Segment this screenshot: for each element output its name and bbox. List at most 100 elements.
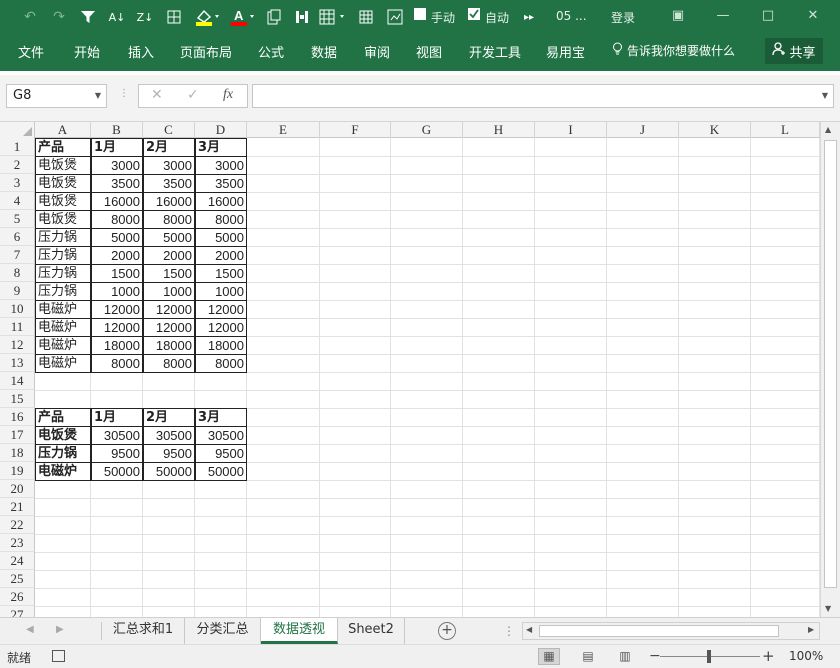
grid-icon[interactable]: [356, 6, 376, 28]
table-cell[interactable]: 压力锅: [35, 264, 91, 283]
row-header[interactable]: 25: [0, 570, 35, 588]
table-cell[interactable]: 3500: [91, 174, 143, 193]
table-cell[interactable]: 50000: [143, 462, 195, 481]
paste-special-icon[interactable]: [264, 6, 284, 28]
row-header[interactable]: 20: [0, 480, 35, 498]
tab-review[interactable]: 审阅: [364, 42, 390, 61]
zoom-level[interactable]: 100%: [789, 649, 823, 663]
tab-view[interactable]: 视图: [416, 42, 442, 61]
table-cell[interactable]: 9500: [91, 444, 143, 463]
column-header[interactable]: E: [247, 122, 320, 138]
row-header[interactable]: 17: [0, 426, 35, 444]
tell-me-box[interactable]: 告诉我你想要做什么: [612, 42, 735, 59]
table-cell[interactable]: 5000: [143, 228, 195, 247]
more-commands-icon[interactable]: ▸▸: [522, 6, 536, 28]
scroll-left-icon[interactable]: ◀: [526, 625, 532, 634]
table-cell[interactable]: 5000: [195, 228, 247, 247]
header-cell[interactable]: 2月: [143, 408, 195, 427]
splitter-icon[interactable]: ⋮: [503, 624, 515, 638]
sort-desc-icon[interactable]: Z↓: [134, 6, 156, 28]
add-sheet-button[interactable]: +: [438, 622, 456, 640]
table-cell[interactable]: 50000: [91, 462, 143, 481]
table-cell[interactable]: 16000: [195, 192, 247, 211]
row-header[interactable]: 9: [0, 282, 35, 300]
sheet-tab-sheet2[interactable]: Sheet2: [338, 618, 405, 644]
row-header[interactable]: 24: [0, 552, 35, 570]
table-cell[interactable]: 18000: [91, 336, 143, 355]
row-header[interactable]: 21: [0, 498, 35, 516]
table-cell[interactable]: 电磁炉: [35, 462, 91, 481]
header-cell[interactable]: 产品: [35, 138, 91, 157]
formula-input[interactable]: ▼: [252, 84, 834, 108]
sheet-tab-subtotal[interactable]: 分类汇总: [185, 618, 261, 644]
table-cell[interactable]: 压力锅: [35, 282, 91, 301]
table-cell[interactable]: 8000: [143, 354, 195, 373]
table-cell[interactable]: 18000: [195, 336, 247, 355]
manual-checkbox[interactable]: [414, 8, 426, 20]
close-icon[interactable]: ✕: [798, 6, 828, 26]
table-cell[interactable]: 3500: [195, 174, 247, 193]
table-cell[interactable]: 30500: [143, 426, 195, 445]
table-cell[interactable]: 电饭煲: [35, 192, 91, 211]
font-color-icon[interactable]: A: [228, 6, 256, 28]
row-header[interactable]: 22: [0, 516, 35, 534]
table-cell[interactable]: 1500: [143, 264, 195, 283]
row-header[interactable]: 18: [0, 444, 35, 462]
table-cell[interactable]: 9500: [143, 444, 195, 463]
row-header[interactable]: 4: [0, 192, 35, 210]
column-header[interactable]: A: [35, 122, 91, 138]
scroll-down-icon[interactable]: ▼: [825, 604, 831, 613]
sheet-tab-summary[interactable]: 汇总求和1: [102, 618, 185, 644]
table-cell[interactable]: 压力锅: [35, 228, 91, 247]
column-header[interactable]: H: [463, 122, 535, 138]
horizontal-scrollbar[interactable]: ◀ ▶: [522, 622, 820, 640]
table-cell[interactable]: 1500: [91, 264, 143, 283]
table-cell[interactable]: 18000: [143, 336, 195, 355]
header-cell[interactable]: 3月: [195, 138, 247, 157]
column-header[interactable]: C: [143, 122, 195, 138]
row-header[interactable]: 6: [0, 228, 35, 246]
row-header[interactable]: 8: [0, 264, 35, 282]
sheet-tab-pivot[interactable]: 数据透视: [261, 618, 338, 644]
vertical-scroll-thumb[interactable]: [824, 140, 837, 588]
share-button[interactable]: 共享: [765, 38, 823, 64]
table-cell[interactable]: 电饭煲: [35, 156, 91, 175]
tab-home[interactable]: 开始: [74, 42, 100, 61]
sort-asc-icon[interactable]: A↓: [106, 6, 128, 28]
table-cell[interactable]: 1000: [143, 282, 195, 301]
row-header[interactable]: 26: [0, 588, 35, 606]
ribbon-display-icon[interactable]: ▣: [663, 6, 693, 26]
column-header[interactable]: D: [195, 122, 247, 138]
row-header[interactable]: 10: [0, 300, 35, 318]
redo-icon[interactable]: ↷: [49, 6, 69, 28]
header-cell[interactable]: 1月: [91, 408, 143, 427]
table-cell[interactable]: 1000: [195, 282, 247, 301]
header-cell[interactable]: 2月: [143, 138, 195, 157]
page-layout-view-icon[interactable]: ▤: [577, 648, 599, 665]
minimize-icon[interactable]: —: [708, 6, 738, 26]
header-cell[interactable]: 3月: [195, 408, 247, 427]
table-cell[interactable]: 电饭煲: [35, 426, 91, 445]
prev-sheet-icon[interactable]: ◀: [26, 624, 34, 635]
row-header[interactable]: 19: [0, 462, 35, 480]
column-header[interactable]: B: [91, 122, 143, 138]
row-header[interactable]: 15: [0, 390, 35, 408]
header-cell[interactable]: 产品: [35, 408, 91, 427]
macro-record-icon[interactable]: [52, 650, 65, 662]
table-cell[interactable]: 电饭煲: [35, 174, 91, 193]
tab-page-layout[interactable]: 页面布局: [180, 42, 232, 61]
row-header[interactable]: 12: [0, 336, 35, 354]
table-cell[interactable]: 电磁炉: [35, 354, 91, 373]
chevron-down-icon[interactable]: ▼: [95, 91, 101, 100]
tab-developer[interactable]: 开发工具: [469, 42, 521, 61]
header-cell[interactable]: 1月: [91, 138, 143, 157]
table-cell[interactable]: 50000: [195, 462, 247, 481]
horizontal-scroll-thumb[interactable]: [539, 625, 779, 637]
table-cell[interactable]: 8000: [91, 210, 143, 229]
table-cell[interactable]: 1500: [195, 264, 247, 283]
undo-icon[interactable]: ↶: [20, 6, 40, 28]
tab-data[interactable]: 数据: [311, 42, 337, 61]
table-cell[interactable]: 3000: [143, 156, 195, 175]
tab-insert[interactable]: 插入: [128, 42, 154, 61]
table-cell[interactable]: 8000: [195, 210, 247, 229]
